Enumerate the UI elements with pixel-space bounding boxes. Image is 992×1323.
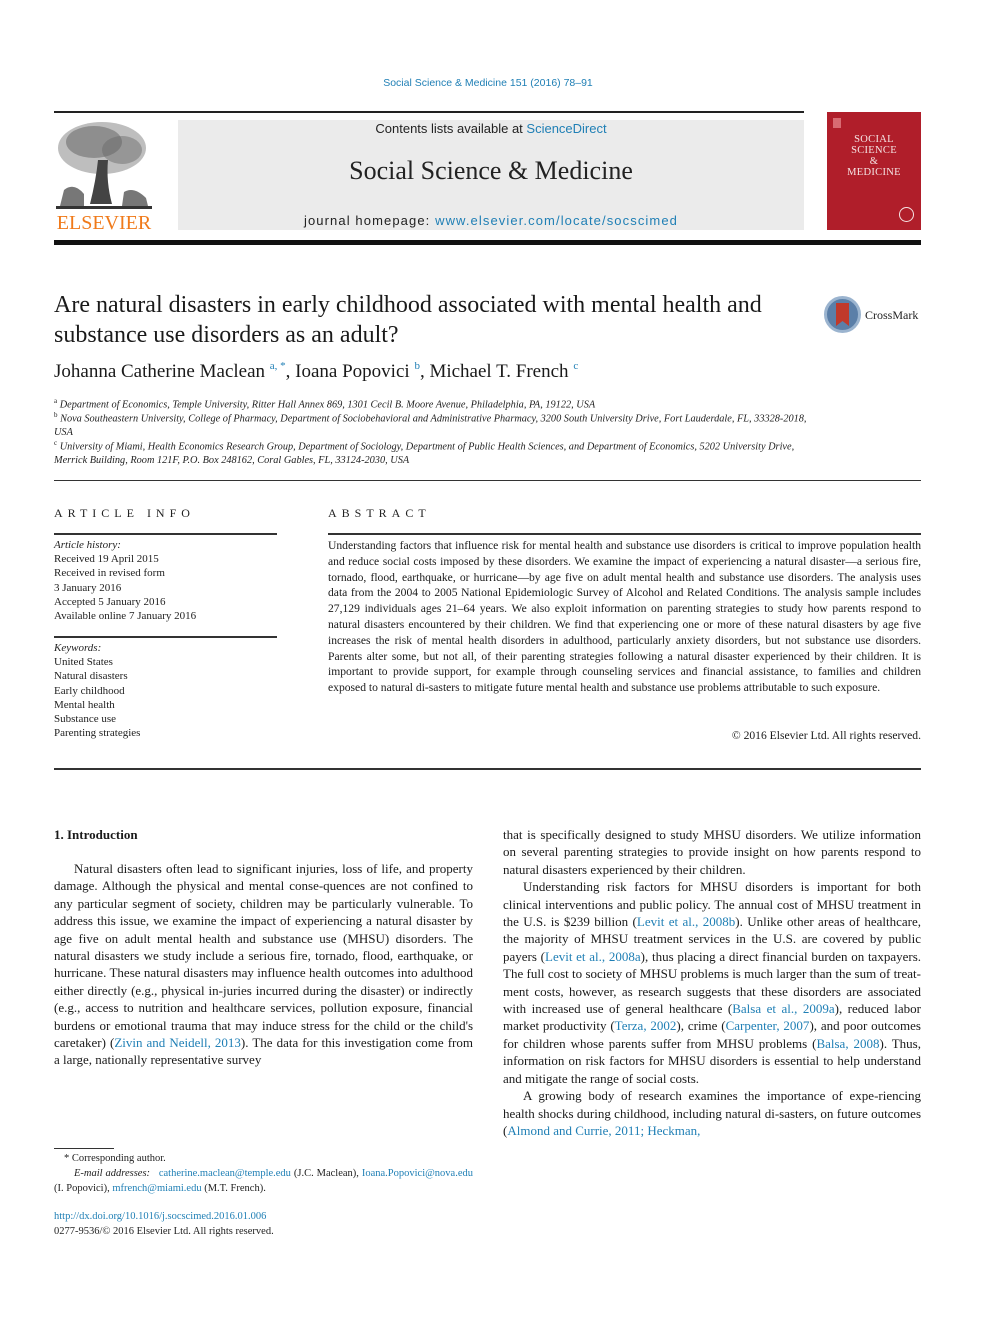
paragraph-text: Natural disasters often lead to signific…	[54, 861, 473, 1051]
divider	[54, 533, 277, 535]
author-affiliation-mark[interactable]: c	[573, 360, 578, 372]
citation-link[interactable]: Terza, 2002	[615, 1018, 677, 1033]
affiliation-text: University of Miami, Health Economics Re…	[54, 441, 795, 467]
affiliation-text: Nova Southeastern University, College of…	[54, 413, 807, 439]
journal-title: Social Science & Medicine	[349, 156, 633, 185]
email-label: E-mail addresses:	[74, 1168, 151, 1179]
affiliation: c University of Miami, Health Economics …	[54, 436, 804, 468]
citation-link[interactable]: Zivin and Neidell, 2013	[114, 1035, 241, 1050]
contents-line: Contents lists available at ScienceDirec…	[178, 121, 804, 136]
email-link[interactable]: Ioana.Popovici@nova.edu	[362, 1168, 473, 1179]
article-title: Are natural disasters in early childhood…	[54, 292, 762, 348]
citation-link[interactable]: Levit et al., 2008a	[545, 949, 641, 964]
affiliation-mark: c	[54, 439, 58, 447]
abstract-heading: ABSTRACT	[328, 506, 431, 520]
issn-copyright: 0277-9536/© 2016 Elsevier Ltd. All right…	[54, 1226, 274, 1237]
elsevier-logo[interactable]: ELSEVIER	[54, 120, 154, 234]
keyword: United States	[54, 656, 113, 669]
elsevier-wordmark: ELSEVIER	[56, 212, 152, 234]
email-owner: (J.C. Maclean),	[293, 1168, 359, 1179]
cover-line: SOCIAL	[854, 134, 894, 145]
cover-line: &	[869, 156, 879, 167]
cover-seal-icon	[899, 207, 914, 222]
citation-link[interactable]: Carpenter, 2007	[726, 1018, 810, 1033]
section-heading: 1. Introduction	[54, 827, 138, 842]
keyword: Early childhood	[54, 684, 125, 697]
divider	[54, 768, 921, 770]
article-info-heading: ARTICLE INFO	[54, 506, 195, 520]
divider	[54, 636, 277, 638]
journal-reference-link[interactable]: Social Science & Medicine 151 (2016) 78–…	[0, 77, 976, 89]
doi-link[interactable]: http://dx.doi.org/10.1016/j.socscimed.20…	[54, 1211, 266, 1222]
citation-link[interactable]: Almond and Currie, 2011; Heckman,	[507, 1123, 700, 1138]
sciencedirect-link[interactable]: ScienceDirect	[526, 121, 606, 136]
email-owner: (M.T. French).	[204, 1183, 266, 1194]
citation-link[interactable]: Levit et al., 2008b	[637, 914, 735, 929]
divider	[54, 480, 921, 481]
paragraph: Natural disasters often lead to signific…	[54, 860, 473, 1069]
email-link[interactable]: catherine.maclean@temple.edu	[159, 1168, 291, 1179]
keywords-label: Keywords:	[54, 642, 102, 654]
abstract-text: Understanding factors that influence ris…	[328, 539, 921, 695]
contents-prefix: Contents lists available at	[375, 121, 527, 136]
history-label: Article history:	[54, 539, 121, 551]
author-affiliation-mark[interactable]: b	[414, 360, 420, 372]
author-name[interactable]: Johanna Catherine Maclean	[54, 361, 265, 382]
paragraph: A growing body of research examines the …	[503, 1087, 921, 1139]
header-rule	[54, 111, 804, 113]
email-addresses: E-mail addresses: catherine.maclean@temp…	[54, 1166, 473, 1196]
keyword: Mental health	[54, 698, 115, 711]
history-item: Received 19 April 2015	[54, 553, 159, 566]
author-list: Johanna Catherine Maclean a, *, Ioana Po…	[54, 360, 579, 382]
homepage-line: journal homepage: www.elsevier.com/locat…	[178, 213, 804, 228]
elsevier-tree-icon	[56, 122, 152, 209]
crossmark-button[interactable]: CrossMark	[824, 296, 924, 336]
crossmark-label: CrossMark	[865, 308, 919, 322]
cover-elsevier-icon	[833, 118, 841, 128]
author-name[interactable]: Ioana Popovici	[295, 361, 410, 382]
email-owner: (I. Popovici),	[54, 1183, 110, 1194]
keyword: Substance use	[54, 713, 117, 726]
history-item: Accepted 5 January 2016	[54, 595, 166, 608]
journal-header-box: Contents lists available at ScienceDirec…	[178, 120, 804, 230]
email-link[interactable]: mfrench@miami.edu	[112, 1183, 201, 1194]
keywords: Keywords: United States Natural disaster…	[54, 641, 140, 740]
footnote-rule	[54, 1148, 114, 1149]
journal-homepage-link[interactable]: www.elsevier.com/locate/socscimed	[435, 213, 678, 228]
article-history: Article history: Received 19 April 2015 …	[54, 538, 196, 623]
history-item: Received in revised form	[54, 567, 165, 580]
author-affiliation-mark[interactable]: a, *	[270, 360, 286, 372]
header-thick-rule	[54, 240, 921, 245]
crossmark-icon	[824, 296, 861, 333]
paragraph: that is specifically designed to study M…	[503, 827, 921, 877]
keyword: Parenting strategies	[54, 727, 141, 740]
journal-cover[interactable]: SOCIAL SCIENCE & MEDICINE	[827, 112, 921, 230]
paragraph-text: ), crime (	[676, 1018, 726, 1034]
cover-line: SCIENCE	[851, 145, 897, 156]
citation-link[interactable]: Balsa, 2008	[816, 1036, 879, 1051]
history-item: Available online 7 January 2016	[54, 610, 197, 623]
divider	[328, 533, 921, 535]
keyword: Natural disasters	[54, 670, 128, 683]
history-item: 3 January 2016	[54, 581, 122, 594]
homepage-prefix: journal homepage:	[303, 213, 436, 228]
abstract-copyright: © 2016 Elsevier Ltd. All rights reserved…	[731, 729, 921, 742]
affiliation-mark: b	[54, 411, 58, 419]
cover-line: MEDICINE	[847, 167, 901, 178]
citation-link[interactable]: Balsa et al., 2009a	[732, 1001, 834, 1016]
affiliation-mark: a	[54, 397, 58, 405]
corresponding-author-note: * Corresponding author.	[64, 1153, 166, 1164]
paragraph: Understanding risk factors for MHSU diso…	[503, 878, 921, 1087]
author-name[interactable]: Michael T. French	[429, 361, 568, 382]
cover-title: SOCIAL SCIENCE & MEDICINE	[827, 134, 921, 178]
body-column-left: Natural disasters often lead to signific…	[54, 860, 473, 1069]
footnotes: * Corresponding author. E-mail addresses…	[54, 1151, 473, 1196]
body-column-right: that is specifically designed to study M…	[503, 826, 921, 1139]
